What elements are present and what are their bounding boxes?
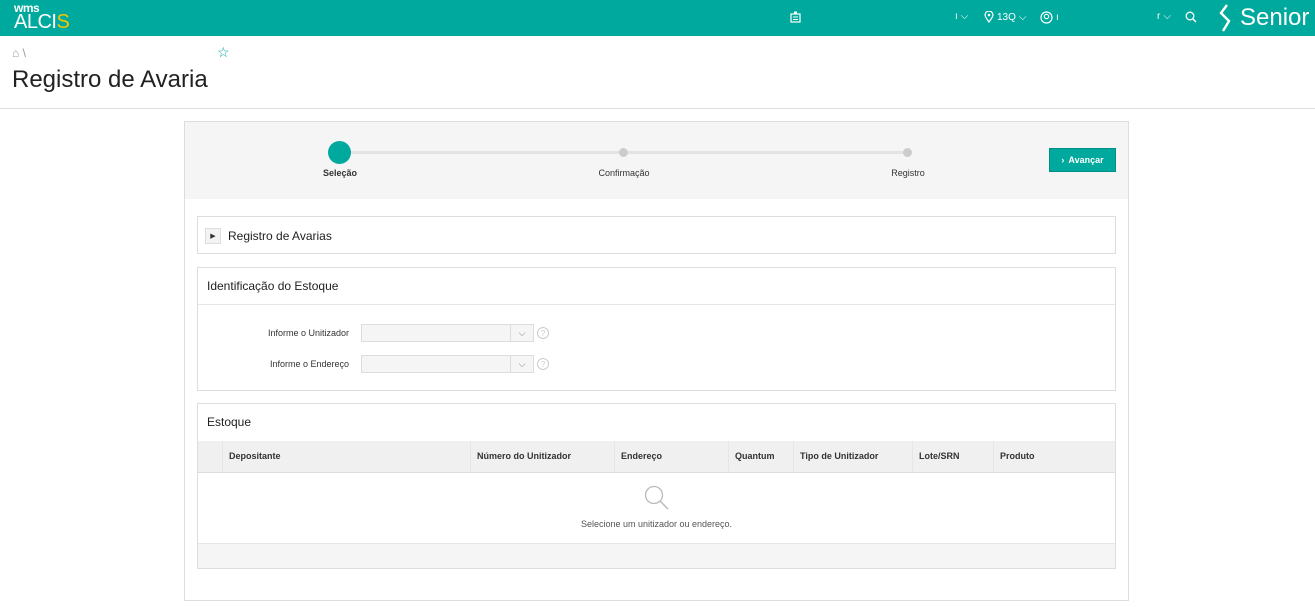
step-dot-registro[interactable] [903,148,912,157]
user-menu[interactable]: ı [1040,11,1059,24]
empty-state: Selecione um unitizador ou endereço. [198,473,1115,543]
senior-logo: Senior [1218,4,1309,32]
chevron-down-icon: ⌵ [1018,11,1027,23]
chevron-down-icon[interactable]: ⌵ [510,325,533,341]
estoque-panel: Estoque Depositante Número do Unitizador… [197,403,1116,569]
language-selector[interactable]: r ⌵ [1157,11,1171,22]
column-header-numero-unitizador[interactable]: Número do Unitizador [470,441,614,472]
logo-accent: S [56,11,70,33]
favorite-star-icon[interactable]: ☆ [217,44,230,61]
location-text: 13Q [997,11,1016,23]
help-icon[interactable]: ? [537,327,549,339]
page-header: ⌂ \ ☆ Registro de Avaria [0,36,1315,109]
column-header-produto[interactable]: Produto [993,441,1115,472]
page-title: Registro de Avaria [12,66,208,93]
next-button-label: Avançar [1068,155,1104,165]
breadcrumb-separator: \ [22,46,26,60]
search-icon[interactable] [1185,11,1197,23]
unitizador-label: Informe o Unitizador [267,328,349,338]
chevron-down-icon: ⌵ [1163,11,1171,22]
panel-title: Estoque [207,415,252,429]
top-bar: wms ALCIS ı ⌵ 13Q ⌵ ı r ⌵ Senior [0,0,1315,36]
endereco-combobox[interactable]: ⌵ [361,355,534,373]
endereco-label: Informe o Endereço [269,359,349,369]
step-label-registro: Registro [891,168,925,178]
senior-mark-icon [1219,4,1231,32]
breadcrumb: ⌂ \ [12,46,26,60]
location-pin-icon [984,11,994,23]
table-header: Depositante Número do Unitizador Endereç… [198,441,1115,473]
search-empty-icon [644,485,669,510]
user-text: ı [1056,12,1059,23]
select-column-header[interactable] [198,441,222,472]
help-icon[interactable]: ? [537,358,549,370]
context-text: ı [955,11,958,22]
location-selector[interactable]: 13Q ⌵ [984,11,1027,23]
step-label-selecao: Seleção [322,168,358,178]
wms-alcis-logo[interactable]: wms ALCIS [14,2,70,33]
chevron-down-icon[interactable]: ⌵ [510,356,533,372]
stepper: Seleção Confirmação Registro › Avançar [185,122,1128,199]
step-dot-confirmacao[interactable] [619,148,628,157]
home-icon[interactable]: ⌂ [12,46,19,60]
column-header-depositante[interactable]: Depositante [222,441,470,472]
chevron-down-icon: ⌵ [960,11,969,22]
logo-main-text: ALCIS [14,11,70,33]
user-icon [1040,11,1053,24]
senior-brand-text: Senior [1240,4,1310,31]
panel-title: Identificação do Estoque [198,268,1115,305]
column-header-quantum[interactable]: Quantum [728,441,793,472]
registro-avarias-panel: ▶ Registro de Avarias [197,216,1116,254]
wizard-card: Seleção Confirmação Registro › Avançar ▶ … [184,121,1129,601]
building-icon[interactable] [790,11,801,23]
empty-message: Selecione um unitizador ou endereço. [580,519,733,529]
chevron-right-icon: › [1061,155,1065,165]
logo-main: ALCI [14,11,57,33]
language-text: r [1157,11,1161,22]
context-selector[interactable]: ı ⌵ [955,11,968,22]
column-header-tipo-unitizador[interactable]: Tipo de Unitizador [793,441,912,472]
step-label-confirmacao: Confirmação [598,168,650,178]
column-header-endereco[interactable]: Endereço [614,441,728,472]
identificacao-panel: Identificação do Estoque Informe o Uniti… [197,267,1116,391]
unitizador-combobox[interactable]: ⌵ [361,324,534,342]
column-header-lote-srn[interactable]: Lote/SRN [912,441,993,472]
next-button[interactable]: › Avançar [1049,148,1116,172]
table-footer [198,543,1115,568]
panel-title: Registro de Avarias [228,229,332,243]
step-dot-selecao[interactable] [328,141,351,164]
